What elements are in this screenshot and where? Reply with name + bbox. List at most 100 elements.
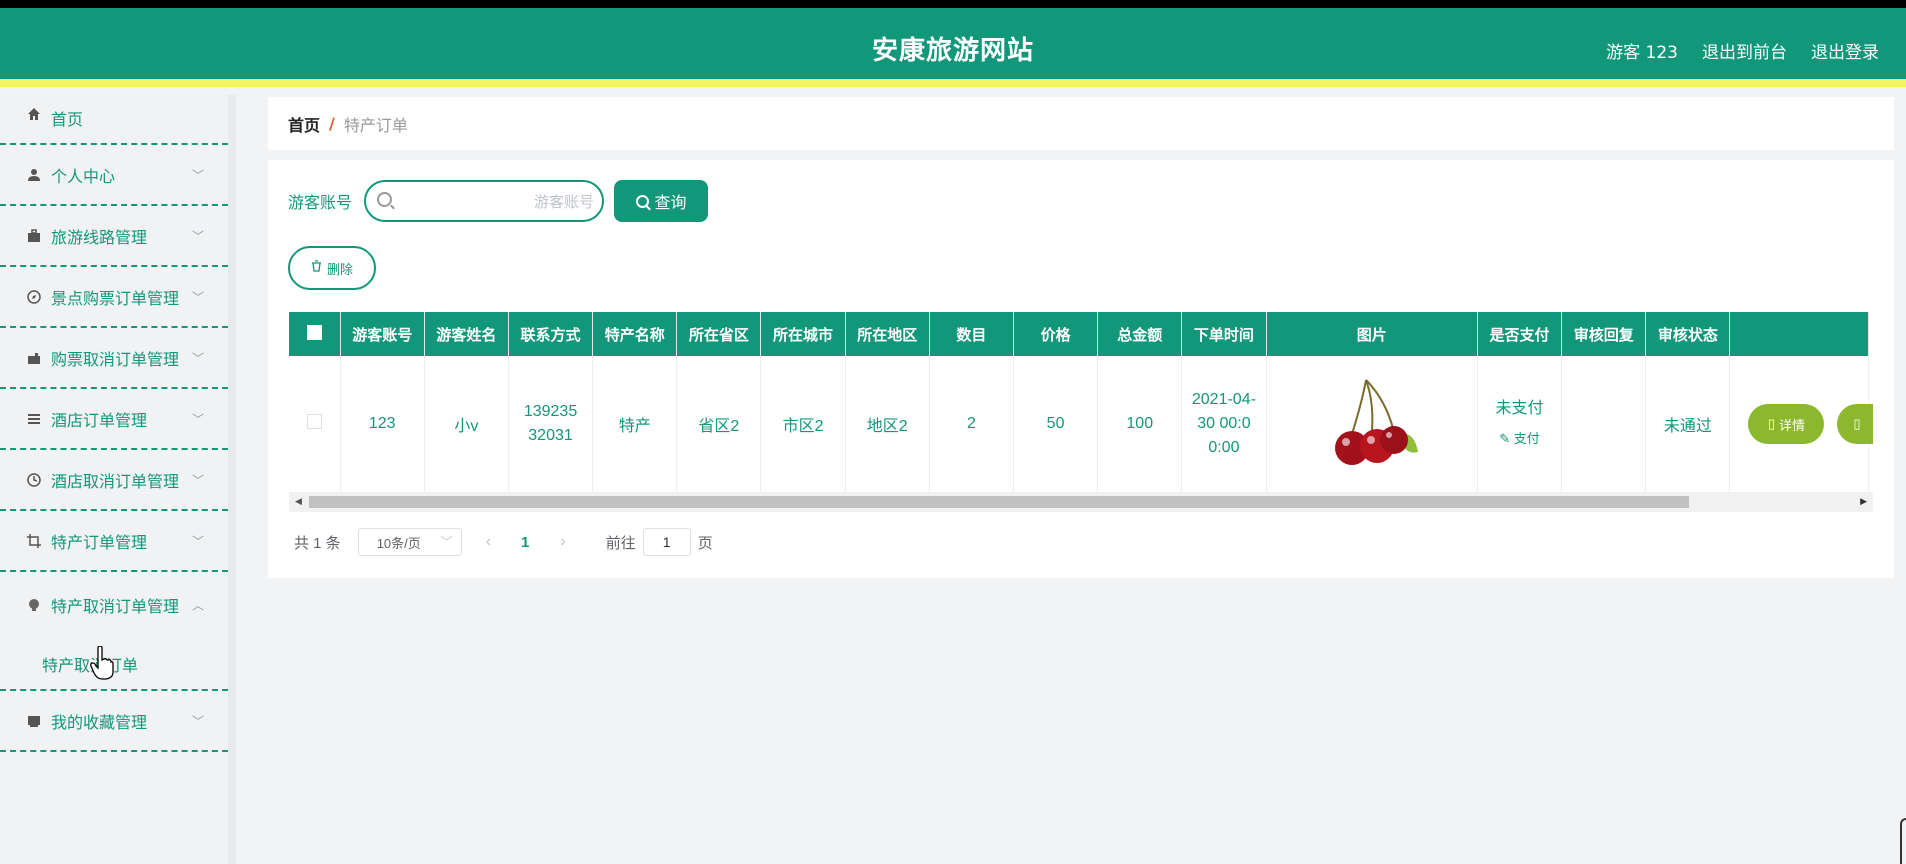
suitcase-icon [26,350,42,366]
column-header [1729,312,1869,356]
header-user-area: 游客 123 退出到前台 退出登录 [1606,38,1879,63]
more-operation-button[interactable]: ▯ [1836,404,1873,445]
sidebar-item-specialty-orders[interactable]: 特产订单管理 ﹀ [0,511,228,572]
window-top-edge [0,0,1906,8]
compass-icon [26,289,42,305]
cell-phone: 13923532031 [508,356,594,494]
logout-link[interactable]: 退出登录 [1811,38,1879,63]
breadcrumb: 首页 / 特产订单 [268,97,1894,150]
column-header: 游客姓名 [424,312,509,356]
cell-image [1266,356,1478,494]
detail-button[interactable]: ▯ 详情 [1748,404,1825,445]
column-header: 是否支付 [1477,312,1563,356]
box-icon [26,713,42,729]
scroll-right-icon[interactable]: ▶ [1860,497,1867,507]
sidebar-item-label: 购票取消订单管理 [51,349,180,369]
page-size-select[interactable]: 10条/页 ﹀ [357,528,462,556]
chevron-down-icon: ﹀ [191,473,204,487]
sidebar-item-specialty-cancel-orders[interactable]: 特产取消订单管理 ︿ [0,572,228,638]
page-unit-label: 页 [697,534,713,552]
cell-city: 市区2 [760,356,846,494]
breadcrumb-separator: / [329,114,335,133]
pagination-total: 共 1 条 [294,534,341,552]
delete-button[interactable]: 删除 [288,246,376,290]
search-button[interactable]: 查询 [614,180,709,222]
search-box[interactable] [364,180,605,222]
column-header: 审核回复 [1561,312,1647,356]
column-header: 联系方式 [508,312,594,356]
sidebar-item-hotel-cancel-orders[interactable]: 酒店取消订单管理 ﹀ [0,450,228,511]
pagination: 共 1 条 10条/页 ﹀ ‹ 1 › 前往 页 [294,528,713,556]
column-header: 价格 [1013,312,1099,356]
cell-name: 小v [424,356,509,494]
back-to-front-link[interactable]: 退出到前台 [1702,38,1787,63]
cell-province: 省区2 [676,356,762,494]
search-bar: 游客账号 查询 [288,180,709,222]
sidebar-item-personal-center[interactable]: 个人中心 ﹀ [0,145,228,206]
page-number[interactable]: 1 [521,534,529,551]
sidebar-item-route-management[interactable]: 旅游线路管理 ﹀ [0,206,228,267]
sidebar-item-label: 个人中心 [51,166,116,186]
cell-status: 未通过 [1645,356,1731,494]
briefcase-icon [26,228,42,244]
crop-icon [26,533,42,549]
document-icon: ▯ [1853,416,1861,432]
search-icon [635,194,649,208]
list-icon [26,411,42,427]
column-header: 审核状态 [1645,312,1731,356]
detail-button-label: 详情 [1779,417,1806,433]
search-label: 游客账号 [288,193,353,212]
search-icon [377,192,393,207]
column-header: 特产名称 [592,312,678,356]
user-icon [26,167,42,183]
phone-text: 13923532031 [523,403,578,445]
select-all-checkbox[interactable] [306,324,322,340]
sidebar-item-home[interactable]: 首页 [0,95,228,145]
bulb-icon [26,597,42,613]
select-all-cell [289,312,341,356]
cell-product: 特产 [592,356,678,494]
trash-icon [311,260,322,276]
pay-link-label: 支付 [1513,431,1540,447]
column-header: 图片 [1266,312,1478,356]
cell-district: 地区2 [845,356,930,494]
orders-table: 游客账号 游客姓名 联系方式 特产名称 所在省区 所在城市 所在地区 数目 价格… [289,312,1873,517]
sidebar-item-ticket-cancel-orders[interactable]: 购票取消订单管理 ﹀ [0,328,228,389]
cherry-image [1334,379,1418,465]
clock-icon [26,472,42,488]
goto-page-input[interactable] [642,528,691,556]
column-header: 总金额 [1097,312,1183,356]
pay-link[interactable]: ✎ 支付 [1478,424,1561,454]
scrollbar-thumb[interactable] [309,496,1689,508]
sidebar-item-label: 景点购票订单管理 [51,288,180,308]
sidebar-item-ticket-orders[interactable]: 景点购票订单管理 ﹀ [0,267,228,328]
column-header: 所在地区 [845,312,930,356]
window-edge-mark [1900,818,1906,864]
breadcrumb-home[interactable]: 首页 [288,112,320,136]
delete-button-label: 删除 [326,262,353,278]
sidebar-item-label: 特产订单管理 [51,532,148,552]
cell-reply [1561,356,1647,494]
prev-page-icon[interactable]: ‹ [486,533,491,551]
row-checkbox[interactable] [306,414,322,430]
next-page-icon[interactable]: › [560,533,565,551]
submenu-specialty-cancel-orders[interactable]: 特产取消订单 [0,638,228,691]
breadcrumb-current: 特产订单 [343,115,408,135]
sidebar-item-hotel-orders[interactable]: 酒店订单管理 ﹀ [0,389,228,450]
sidebar-item-label: 旅游线路管理 [51,227,148,247]
chevron-down-icon: ﹀ [191,534,204,548]
home-icon [26,106,42,122]
header: 安康旅游网站 游客 123 退出到前台 退出登录 [0,8,1906,87]
paid-status: 未支付 [1495,400,1544,418]
column-header: 数目 [929,312,1014,356]
chevron-up-icon: ︿ [191,598,204,613]
column-header: 下单时间 [1181,312,1267,356]
table-row: 123 小v 13923532031 特产 省区2 市区2 地区2 2 50 1… [289,356,1873,494]
sidebar-item-favorites[interactable]: 我的收藏管理 ﹀ [0,691,228,752]
search-input[interactable] [400,188,595,216]
scroll-left-icon[interactable]: ◀ [295,497,302,507]
chevron-down-icon: ﹀ [191,168,204,182]
current-user: 游客 123 [1606,43,1678,63]
page-size-value: 10条/页 [376,535,421,551]
horizontal-scrollbar[interactable]: ◀ ▶ [289,492,1873,512]
